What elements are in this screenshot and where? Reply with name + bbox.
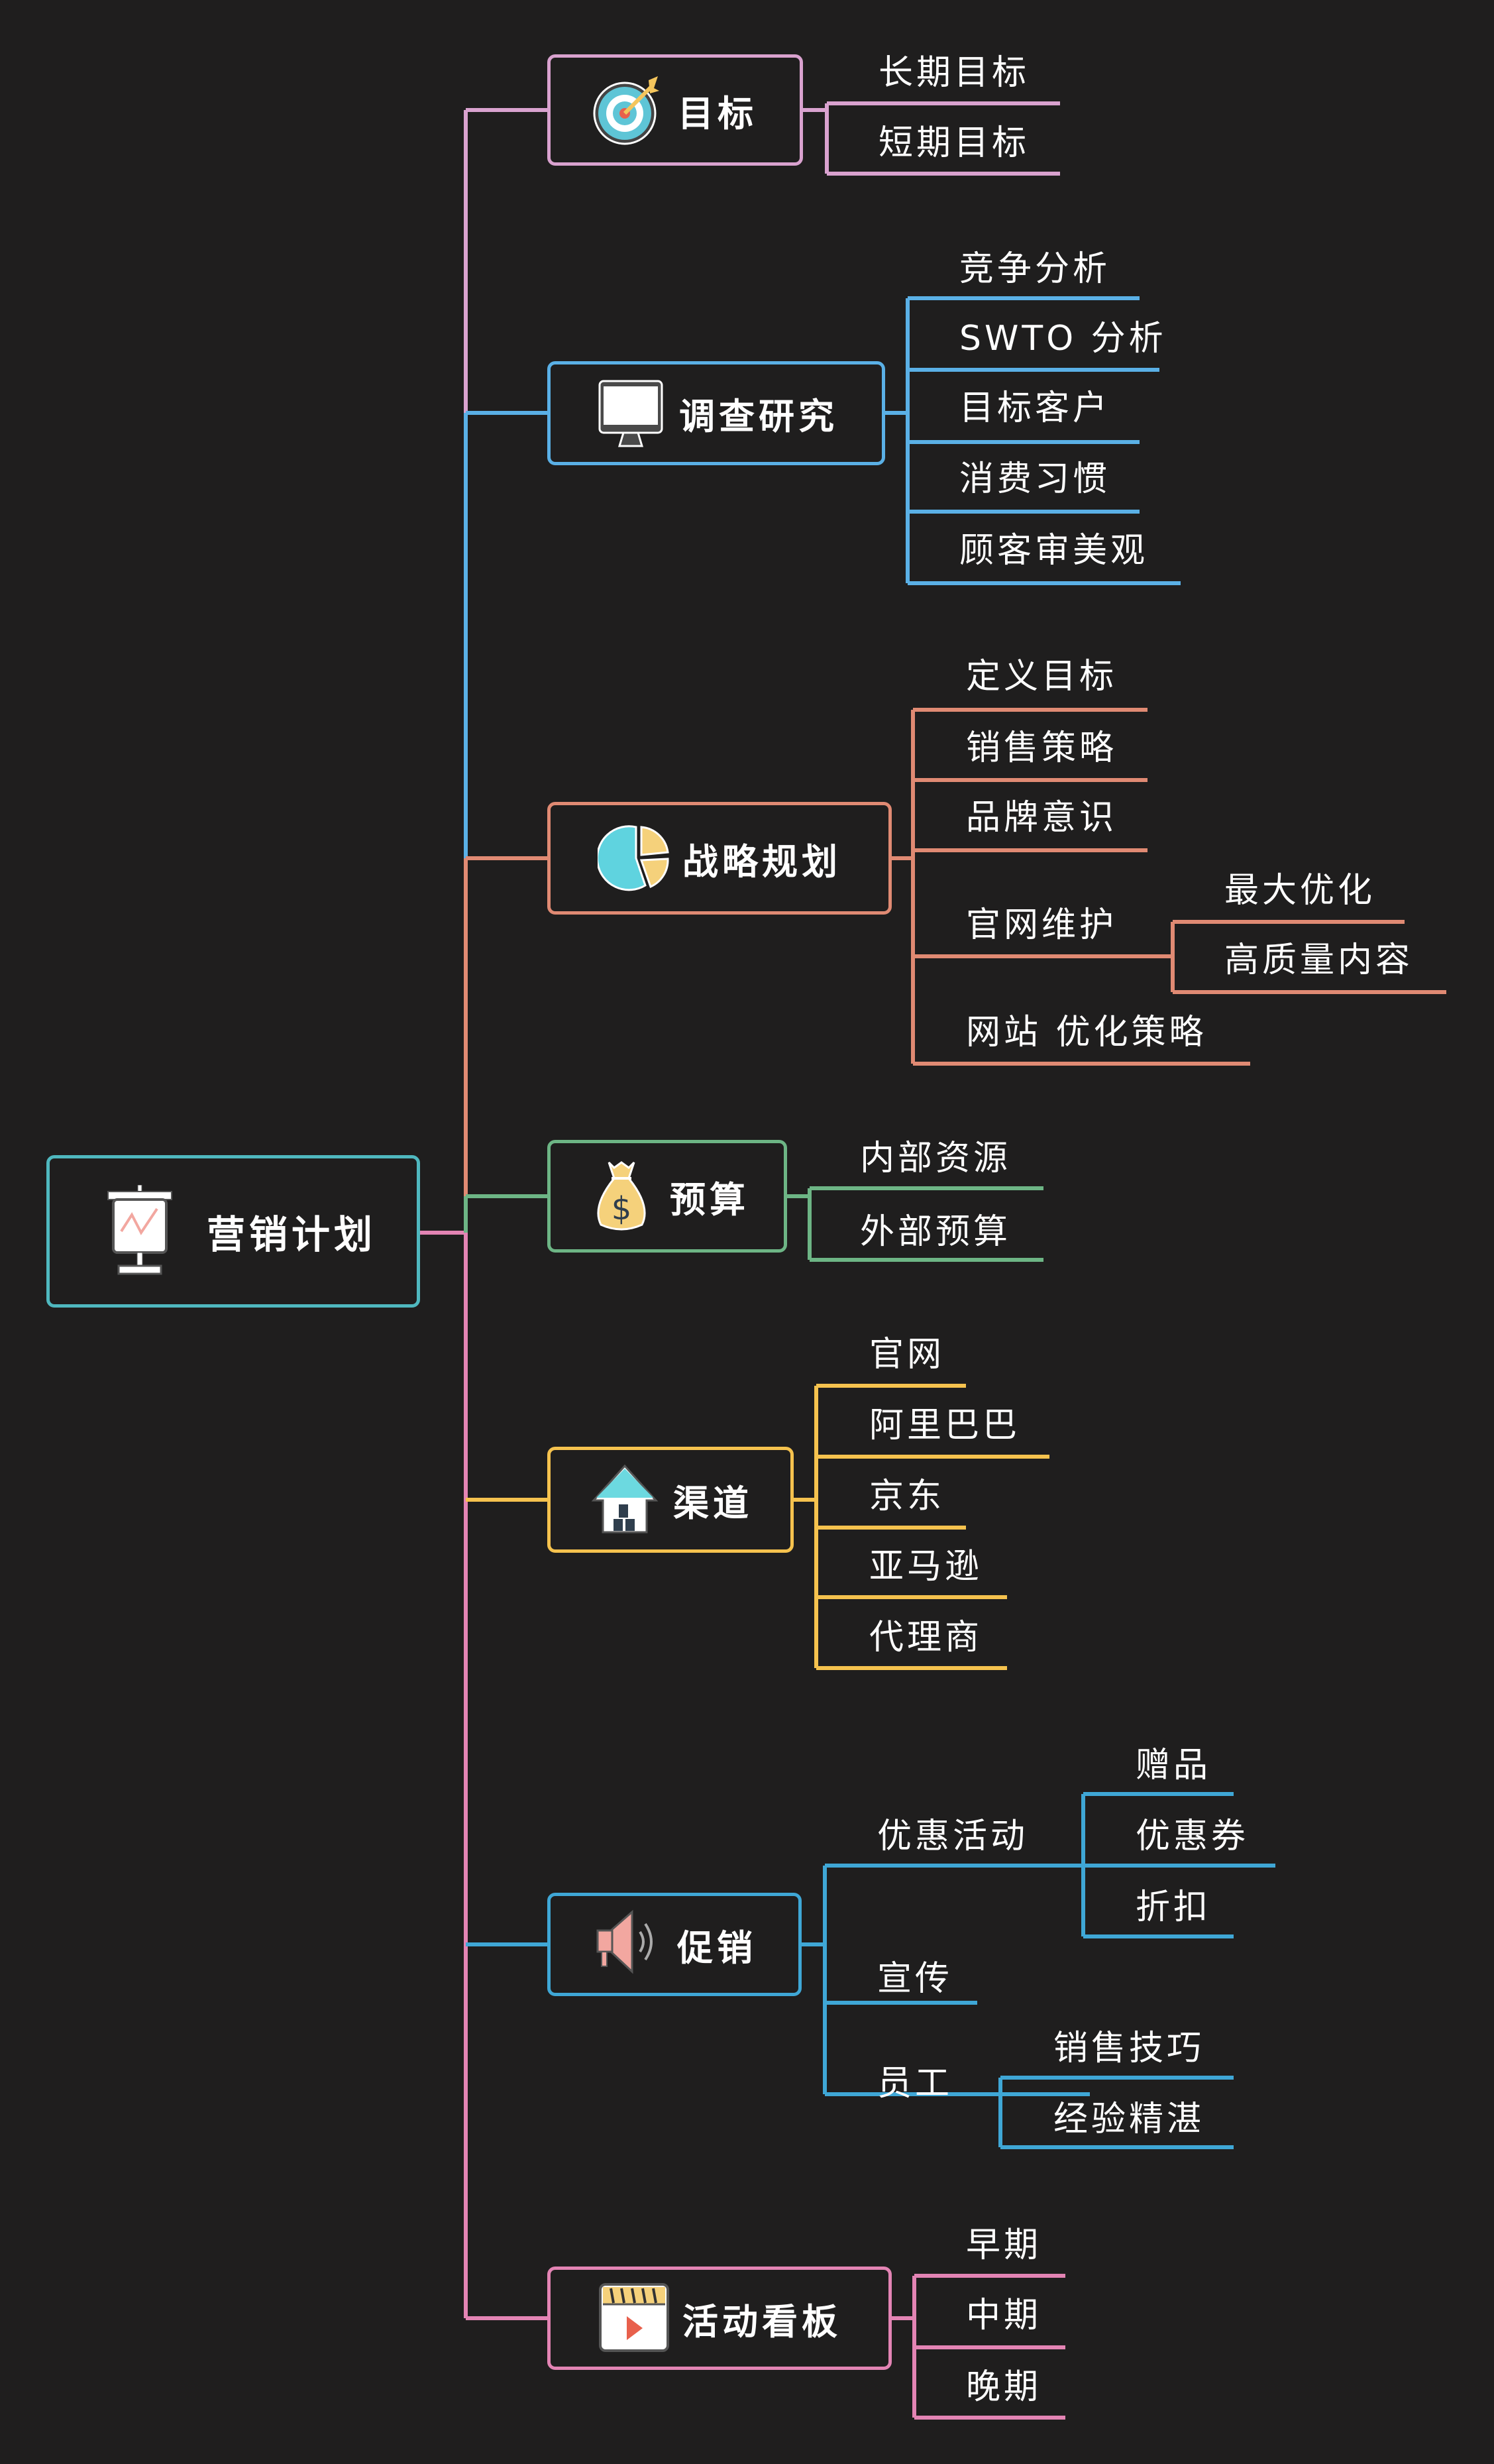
leaf-research-swot[interactable]: SWTO 分析 [959, 321, 1167, 356]
leaf-budget-internal[interactable]: 内部资源 [860, 1141, 1011, 1176]
megaphone-icon [592, 1908, 665, 1981]
leaf-research-competition[interactable]: 竞争分析 [959, 252, 1110, 286]
leaf-channel-agent[interactable]: 代理商 [869, 1620, 983, 1655]
leaf-promotion-coupon[interactable]: 优惠券 [1136, 1819, 1249, 1854]
leaf-channel-amazon[interactable]: 亚马逊 [869, 1549, 983, 1584]
branch-label: 战略规划 [682, 840, 841, 883]
leaf-promotion-gift[interactable]: 赠品 [1136, 1748, 1211, 1783]
root-node[interactable]: 营销计划 [46, 1155, 420, 1308]
leaf-research-habits[interactable]: 消费习惯 [959, 462, 1110, 496]
branch-label: 促销 [677, 1927, 757, 1969]
leaf-strategy-website[interactable]: 官网维护 [966, 908, 1117, 942]
target-icon [593, 74, 666, 146]
leaf-research-target-customer[interactable]: 目标客户 [959, 391, 1110, 425]
money-bag-icon: $ [585, 1160, 658, 1233]
branch-node-strategy[interactable]: 战略规划 [547, 802, 892, 915]
monitor-icon [594, 377, 667, 450]
branch-label: 活动看板 [682, 2300, 841, 2343]
leaf-channel-alibaba[interactable]: 阿里巴巴 [869, 1408, 1020, 1443]
leaf-strategy-brand[interactable]: 品牌意识 [966, 801, 1117, 835]
leaf-strategy-define-goals[interactable]: 定义目标 [966, 659, 1117, 694]
leaf-research-aesthetics[interactable]: 顾客审美观 [959, 533, 1148, 568]
leaf-promotion-discount[interactable]: 折扣 [1136, 1890, 1211, 1925]
leaf-strategy-quality-content[interactable]: 高质量内容 [1224, 943, 1413, 978]
svg-text:$: $ [612, 1190, 632, 1227]
leaf-board-early[interactable]: 早期 [966, 2228, 1041, 2263]
leaf-board-middle[interactable]: 中期 [966, 2298, 1041, 2333]
leaf-channel-jd[interactable]: 京东 [869, 1479, 945, 1514]
leaf-board-late[interactable]: 晚期 [966, 2370, 1041, 2404]
leaf-strategy-max-optimize[interactable]: 最大优化 [1224, 873, 1375, 908]
branch-node-board[interactable]: 活动看板 [547, 2267, 892, 2370]
branch-label: 预算 [670, 1178, 749, 1221]
branch-node-research[interactable]: 调查研究 [547, 361, 885, 465]
leaf-promotion-staff[interactable]: 员工 [877, 2066, 953, 2101]
presentation-chart-icon [90, 1185, 189, 1278]
branch-label: 目标 [678, 92, 757, 135]
leaf-promotion-experienced[interactable]: 经验精湛 [1053, 2102, 1204, 2137]
branch-node-goal[interactable]: 目标 [547, 54, 803, 166]
leaf-promotion-sales-skills[interactable]: 销售技巧 [1053, 2031, 1204, 2066]
leaf-channel-website[interactable]: 官网 [869, 1337, 945, 1372]
branch-label: 渠道 [673, 1482, 753, 1524]
branch-node-channel[interactable]: 渠道 [547, 1447, 794, 1553]
branch-node-promotion[interactable]: 促销 [547, 1893, 802, 1996]
leaf-goal-long-term[interactable]: 长期目标 [879, 56, 1030, 90]
leaf-strategy-sales[interactable]: 销售策略 [966, 731, 1117, 765]
root-label: 营销计划 [206, 1212, 376, 1257]
branch-label: 调查研究 [679, 396, 838, 437]
leaf-promotion-discount-activity[interactable]: 优惠活动 [877, 1819, 1028, 1854]
leaf-strategy-site-optimize[interactable]: 网站 优化策略 [966, 1015, 1207, 1050]
leaf-promotion-publicity[interactable]: 宣传 [877, 1962, 953, 1996]
video-clapper-icon [598, 2282, 670, 2355]
branch-node-budget[interactable]: $ 预算 [547, 1140, 787, 1253]
leaf-budget-external[interactable]: 外部预算 [860, 1215, 1011, 1249]
house-icon [588, 1463, 661, 1536]
leaf-goal-short-term[interactable]: 短期目标 [879, 126, 1030, 160]
pie-chart-icon [598, 822, 670, 895]
